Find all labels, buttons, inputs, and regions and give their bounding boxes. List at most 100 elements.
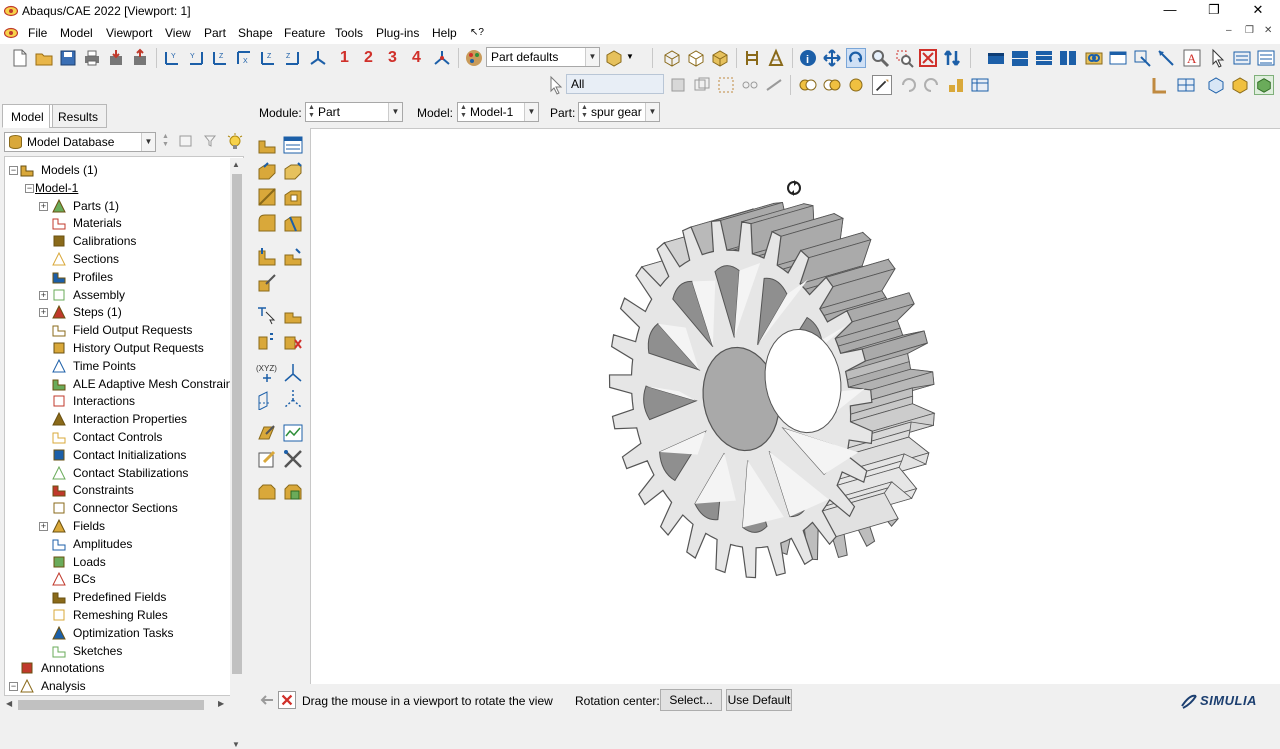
annotation-manager-icon[interactable] (1232, 48, 1252, 68)
part-select[interactable]: ▲ ▼ spur gear ▼ (578, 102, 660, 122)
set-manager-icon[interactable] (256, 448, 278, 470)
scrollbar-thumb[interactable] (232, 174, 242, 674)
collapse-tree-icon[interactable] (178, 133, 194, 149)
viewport-restore-button[interactable]: ❐ (1245, 25, 1254, 36)
text-annotation-icon[interactable]: A (1182, 48, 1202, 68)
datum-csys-icon[interactable]: (XYZ) (256, 362, 278, 384)
select-nodes-icon[interactable] (740, 75, 760, 95)
toggle-ref-points-icon[interactable] (766, 48, 786, 68)
export-icon[interactable] (130, 48, 150, 68)
graphics-viewport[interactable] (310, 128, 1280, 684)
scroll-up-icon[interactable]: ▲ (232, 160, 240, 169)
viewport-tile-vertical-icon[interactable] (1058, 48, 1078, 68)
create-shell-extrude-icon[interactable] (282, 160, 304, 182)
mesh-display-icon[interactable] (1176, 75, 1196, 95)
redo-icon[interactable] (922, 75, 942, 95)
minimize-button[interactable]: — (1148, 0, 1192, 22)
part-manager-icon[interactable] (282, 134, 304, 156)
create-datum-axis-icon[interactable] (282, 246, 304, 268)
tab-model[interactable]: Model (2, 104, 53, 128)
rotate-view-icon[interactable] (846, 48, 866, 68)
view-front-icon[interactable]: Y (162, 48, 182, 68)
use-default-button[interactable]: Use Default (726, 689, 792, 711)
scrollbar-thumb[interactable] (18, 700, 204, 710)
datum-plane-icon[interactable] (256, 388, 278, 410)
create-part-icon[interactable] (256, 134, 278, 156)
scroll-left-icon[interactable]: ◀ (6, 699, 12, 708)
color-palette-icon[interactable] (464, 48, 484, 68)
tree-horizontal-scrollbar[interactable]: ◀ ▶ (4, 698, 230, 712)
new-file-icon[interactable] (10, 48, 30, 68)
select-pointer-icon[interactable] (1208, 48, 1228, 68)
select-tool-icon[interactable] (872, 75, 892, 95)
selection-filter-select[interactable]: All (566, 74, 664, 94)
selection-options-icon[interactable] (692, 75, 712, 95)
view-axis-triad-icon[interactable] (432, 48, 452, 68)
create-instance-icon[interactable] (256, 480, 278, 502)
user-view-4-button[interactable]: 4 (412, 49, 421, 67)
create-cut-extrude-icon[interactable] (282, 186, 304, 208)
part-display-icon[interactable] (1150, 75, 1170, 95)
create-wire-icon[interactable] (256, 186, 278, 208)
tree-vertical-scrollbar[interactable]: ▲ ▼ (230, 158, 244, 749)
user-view-1-button[interactable]: 1 (340, 49, 349, 67)
rendering-options-icon[interactable] (1254, 75, 1274, 95)
menu-model[interactable]: Model (60, 26, 93, 40)
display-groups-icon[interactable] (970, 75, 990, 95)
scroll-down-icon[interactable]: ▼ (232, 740, 240, 749)
view-top-icon[interactable]: Z (210, 48, 230, 68)
repair-tools-icon[interactable] (282, 448, 304, 470)
menu-feature[interactable]: Feature (284, 26, 325, 40)
filter-tree-icon[interactable] (202, 133, 218, 149)
create-sketch-icon[interactable] (256, 422, 278, 444)
show-selected-icon[interactable] (798, 75, 818, 95)
select-in-box-icon[interactable] (716, 75, 736, 95)
user-view-2-button[interactable]: 2 (364, 49, 373, 67)
viewport-layout-1-icon[interactable] (986, 48, 1006, 68)
move-up-down-icon[interactable]: ▲ ▼ (162, 133, 169, 149)
partition-cell-icon[interactable] (282, 212, 304, 234)
scroll-right-icon[interactable]: ▶ (218, 699, 224, 708)
wireframe-icon[interactable] (662, 48, 682, 68)
user-view-3-button[interactable]: 3 (388, 49, 397, 67)
mirror-part-icon[interactable] (256, 330, 278, 352)
magnify-icon[interactable] (870, 48, 890, 68)
query-geometry-icon[interactable] (256, 304, 278, 326)
colour-code-icon[interactable] (946, 75, 966, 95)
print-icon[interactable] (82, 48, 102, 68)
hide-selected-icon[interactable] (822, 75, 842, 95)
context-help-icon[interactable]: ↖? (470, 27, 484, 38)
cancel-procedure-icon[interactable] (278, 691, 296, 709)
remove-faces-icon[interactable] (282, 330, 304, 352)
create-datum-point-icon[interactable] (256, 246, 278, 268)
cube-mesh-icon[interactable] (1206, 75, 1226, 95)
menu-tools[interactable]: Tools (335, 26, 363, 40)
open-file-icon[interactable] (34, 48, 54, 68)
query-info-icon[interactable]: i (798, 48, 818, 68)
viewport-tile-horizontal-icon[interactable] (1034, 48, 1054, 68)
merge-cut-instances-icon[interactable] (282, 480, 304, 502)
expand-icon[interactable]: + (39, 290, 48, 300)
database-select[interactable]: Model Database ▼ (4, 132, 156, 152)
toggle-datum-icon[interactable] (742, 48, 762, 68)
save-icon[interactable] (58, 48, 78, 68)
datum-point-offset-icon[interactable] (282, 388, 304, 410)
menu-viewport[interactable]: Viewport (106, 26, 152, 40)
viewport-layout-2-icon[interactable] (1010, 48, 1030, 68)
select-rotation-center-button[interactable]: Select... (660, 689, 722, 711)
model-select[interactable]: ▲ ▼ Model-1 ▼ (457, 102, 539, 122)
link-viewports-icon[interactable] (1084, 48, 1104, 68)
datum-triad-icon[interactable] (282, 362, 304, 384)
viewport-list-icon[interactable] (1256, 48, 1276, 68)
view-right-icon[interactable]: Z (282, 48, 302, 68)
tab-results[interactable]: Results (49, 104, 108, 128)
section-view-icon[interactable] (1230, 75, 1250, 95)
geometry-edit-icon[interactable] (282, 304, 304, 326)
expand-icon[interactable]: + (39, 308, 48, 318)
expand-icon[interactable]: + (39, 522, 48, 531)
undo-icon[interactable] (898, 75, 918, 95)
collapse-icon[interactable]: − (9, 166, 18, 175)
tree-help-lightbulb-icon[interactable] (226, 133, 244, 151)
render-mode-icon[interactable] (604, 48, 624, 68)
selection-arrow-icon[interactable] (546, 75, 566, 95)
